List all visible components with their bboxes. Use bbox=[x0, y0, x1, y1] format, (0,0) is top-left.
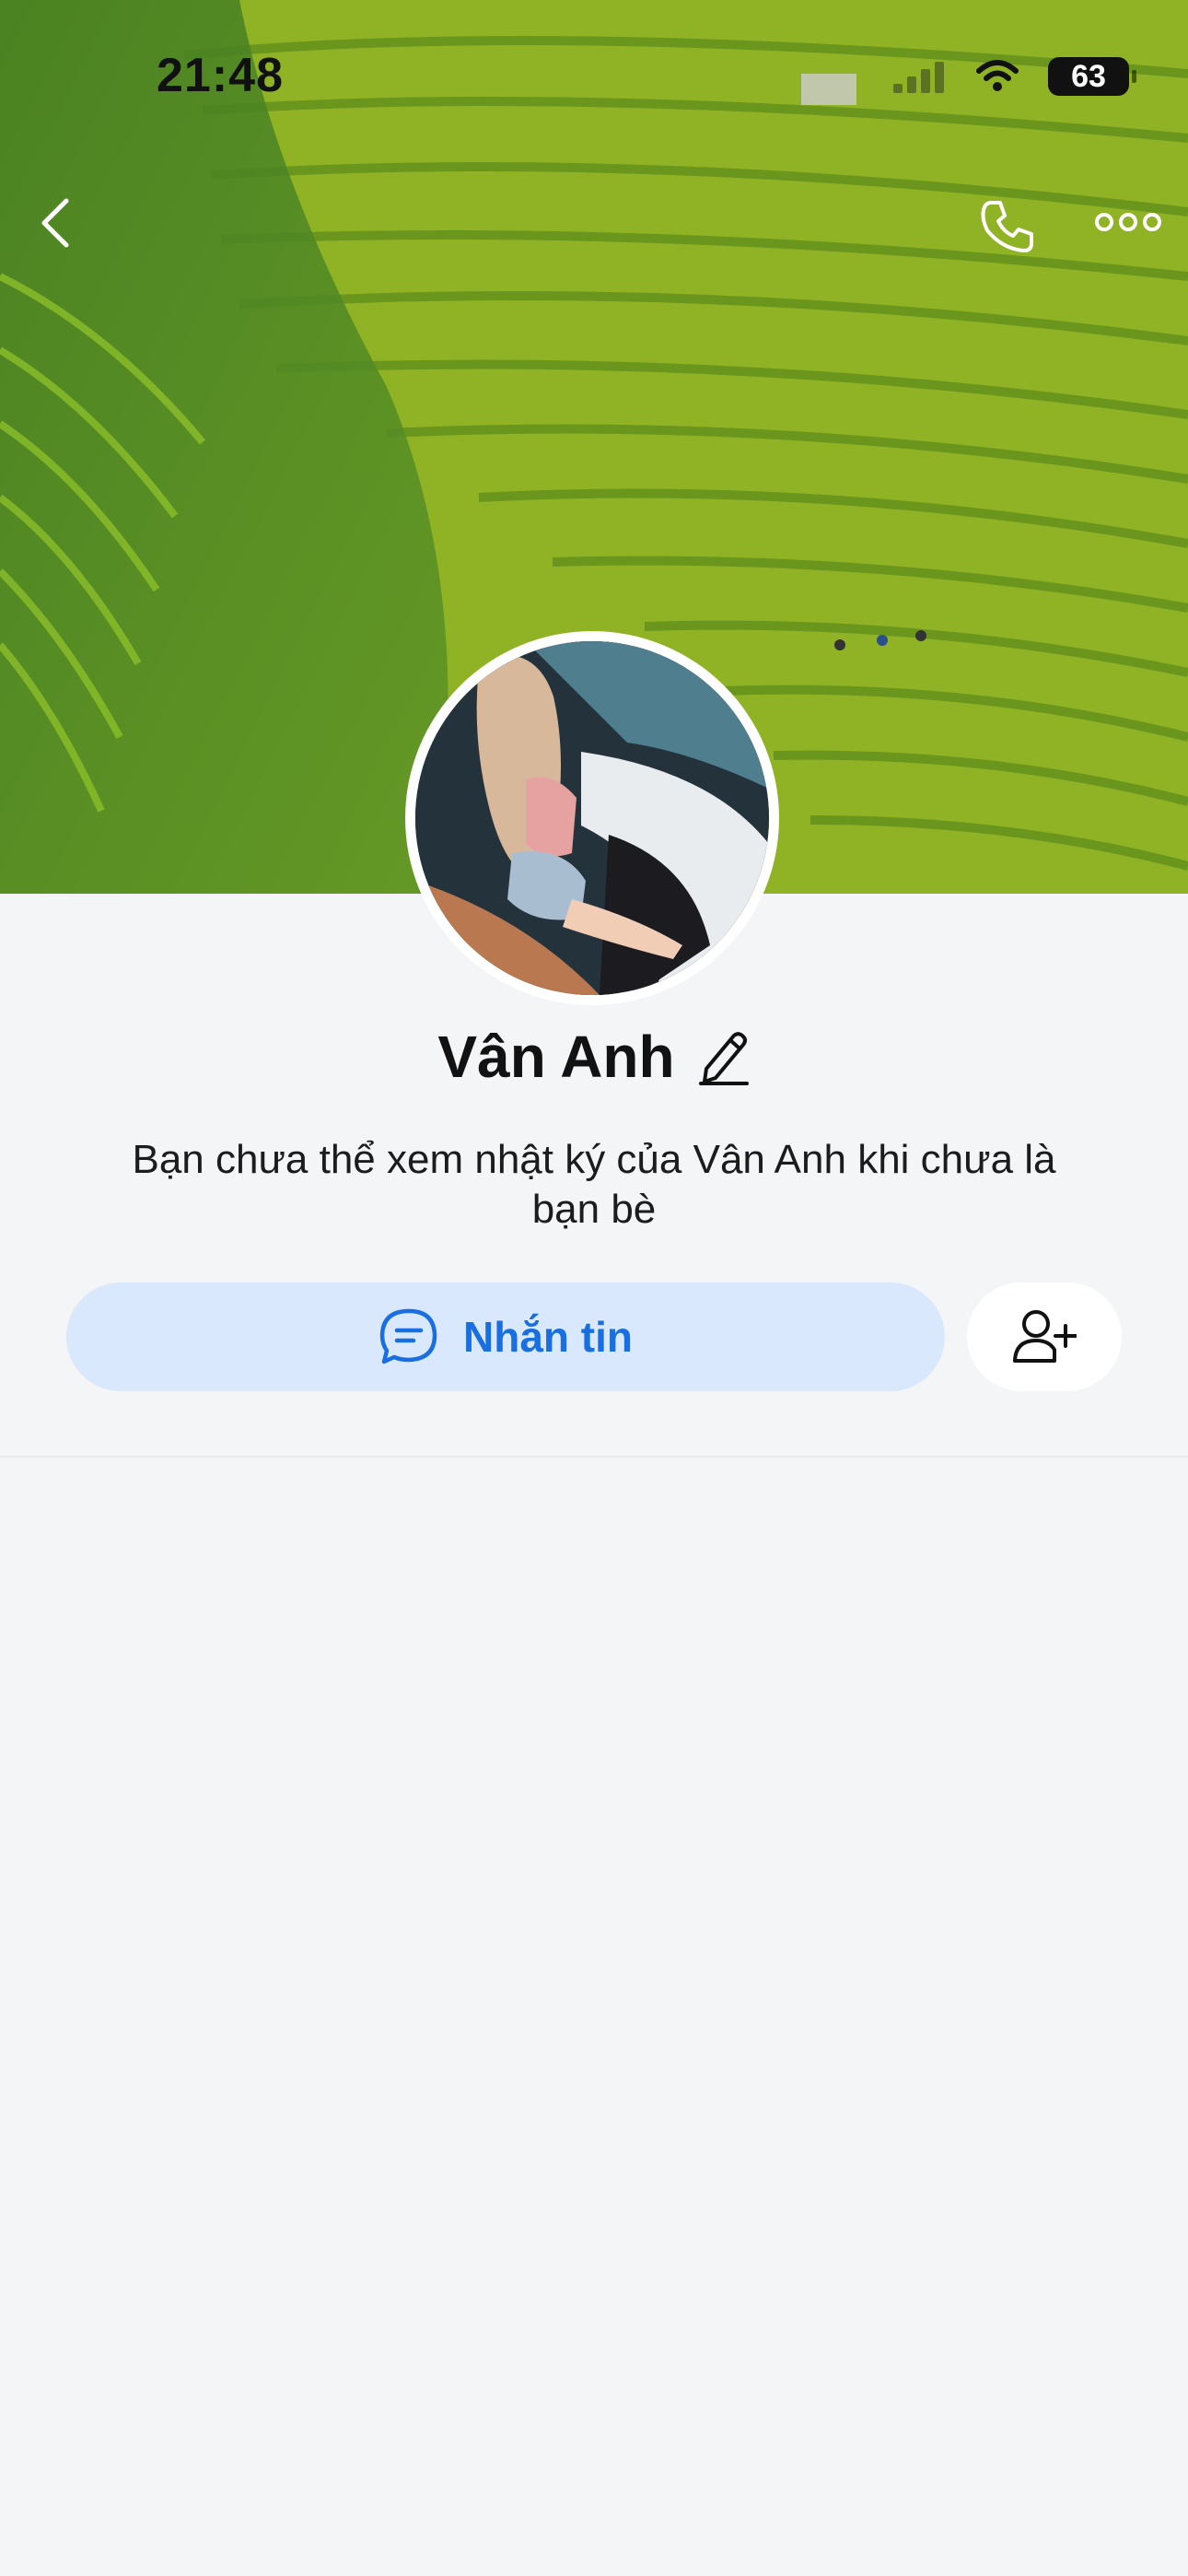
add-friend-button[interactable] bbox=[967, 1282, 1122, 1391]
status-time: 21:48 bbox=[157, 49, 284, 102]
section-divider bbox=[0, 1456, 1188, 1458]
message-button[interactable]: Nhắn tin bbox=[66, 1282, 945, 1391]
more-options-button[interactable] bbox=[1092, 199, 1164, 245]
more-horizontal-icon bbox=[1095, 213, 1161, 231]
pencil-icon bbox=[698, 1032, 749, 1085]
status-icons: 63 bbox=[891, 57, 1136, 96]
message-button-label: Nhắn tin bbox=[463, 1313, 633, 1361]
chevron-left-icon bbox=[41, 198, 69, 248]
phone-icon bbox=[981, 201, 1033, 252]
cellular-signal-icon bbox=[893, 62, 944, 93]
chat-bubble-icon bbox=[379, 1308, 437, 1364]
user-plus-icon bbox=[1013, 1310, 1077, 1363]
wifi-icon bbox=[976, 60, 1019, 91]
profile-name-row: Vân Anh bbox=[0, 1023, 1188, 1091]
avatar-frame[interactable] bbox=[405, 631, 779, 1005]
status-bar: 21:48 63 bbox=[0, 0, 1188, 157]
friendship-notice: Bạn chưa thể xem nhật ký của Vân Anh khi… bbox=[132, 1137, 1056, 1232]
back-button[interactable] bbox=[33, 193, 77, 252]
battery-indicator: 63 bbox=[1048, 57, 1136, 96]
profile-name: Vân Anh bbox=[437, 1024, 675, 1090]
call-button[interactable] bbox=[974, 193, 1041, 260]
avatar-photo bbox=[415, 641, 769, 995]
edit-name-button[interactable] bbox=[697, 1028, 751, 1085]
avatar bbox=[415, 641, 769, 995]
